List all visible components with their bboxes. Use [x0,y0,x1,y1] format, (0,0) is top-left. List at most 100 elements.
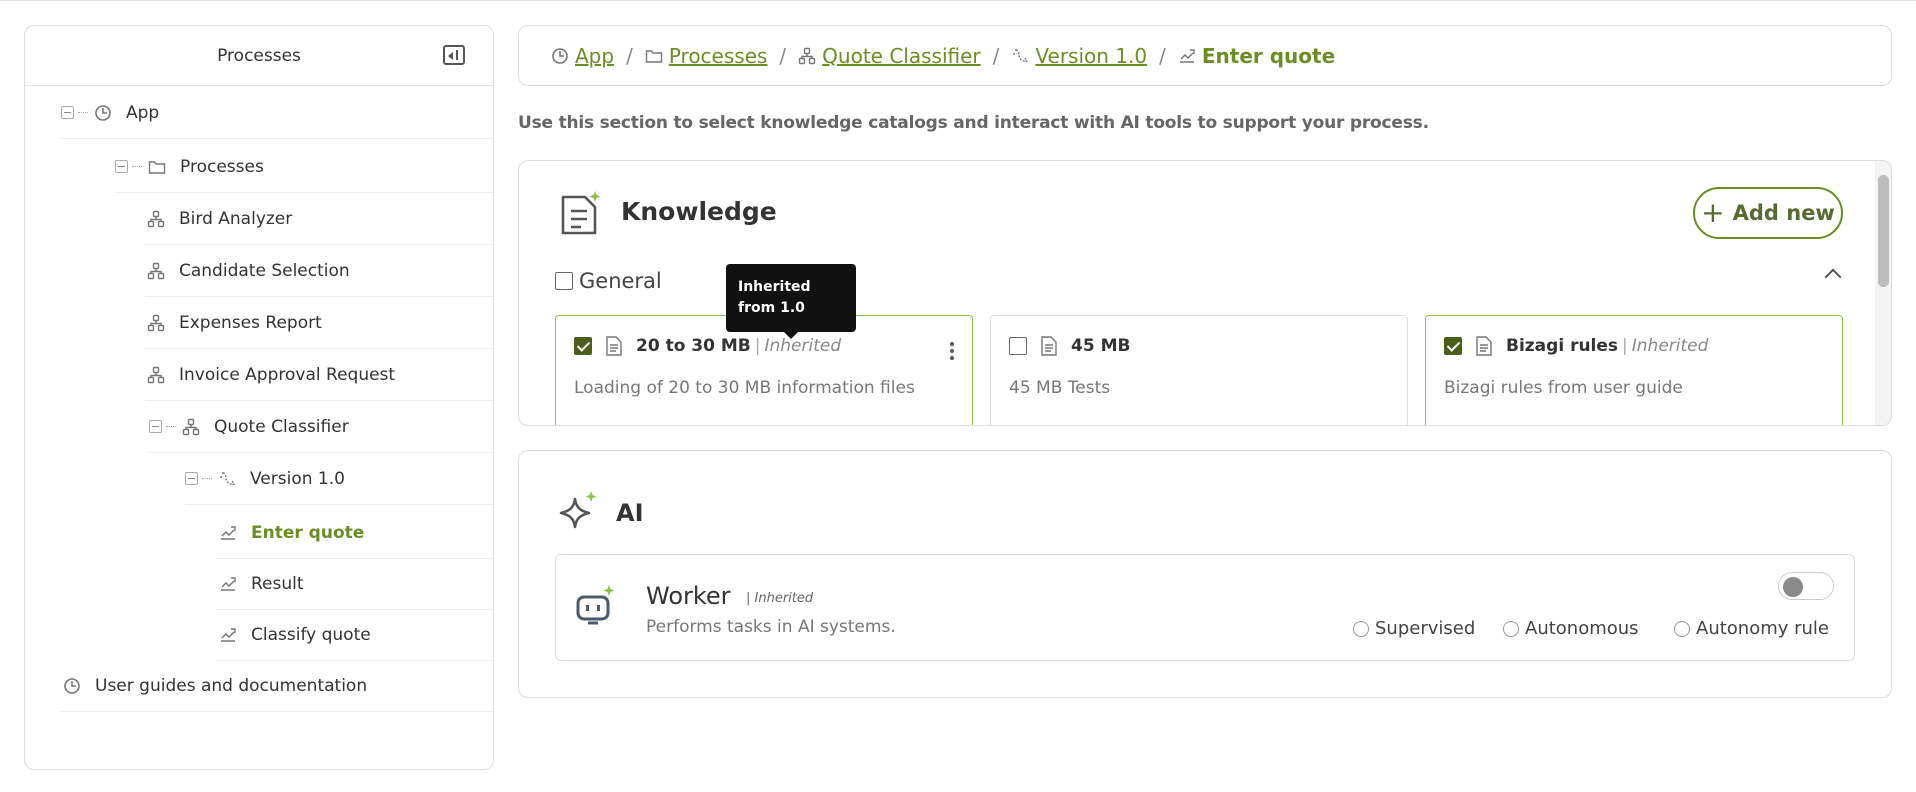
general-label: General [579,269,662,293]
radio-autonomy-rule[interactable]: Autonomy rule [1674,618,1829,639]
breadcrumb-link[interactable]: App [575,44,614,68]
knowledge-catalog-icon [561,191,601,235]
process-icon [145,209,167,229]
card-description: Bizagi rules from user guide [1444,378,1683,398]
tree-item-bird-analyzer[interactable]: Bird Analyzer [145,193,493,245]
tree-item-enter-quote[interactable]: Enter quote [217,507,493,559]
worker-enable-toggle[interactable] [1778,572,1834,600]
folder-icon [146,157,168,177]
scrollbar-thumb[interactable] [1878,175,1889,287]
process-icon [145,313,167,333]
card-title: Bizagi rules [1506,336,1619,356]
collapse-toggle-icon[interactable] [185,472,198,485]
tree-item-version[interactable]: Version 1.0 [185,453,493,505]
breadcrumb-item-version[interactable]: Version 1.0 [1011,44,1147,68]
tree-item-label: Version 1.0 [250,468,345,489]
general-checkbox[interactable] [555,272,573,290]
tree-item-processes[interactable]: Processes [115,141,493,193]
inherited-tag: | Inherited [1622,336,1709,356]
app-icon [61,676,83,696]
knowledge-card-45mb[interactable]: 45 MB 45 MB Tests [990,315,1408,425]
radio-autonomous[interactable]: Autonomous [1503,618,1639,639]
process-icon [798,47,816,64]
ai-panel: AI Worker | Inherited Performs tasks in … [518,450,1892,698]
worker-card: Worker | Inherited Performs tasks in AI … [555,554,1855,661]
section-description: Use this section to select knowledge cat… [518,113,1429,133]
card-description: Loading of 20 to 30 MB information files [574,378,915,398]
knowledge-title: Knowledge [621,197,777,226]
breadcrumb-item-enter-quote: Enter quote [1178,44,1335,68]
radio-supervised[interactable]: Supervised [1353,618,1475,639]
tree-item-candidate-selection[interactable]: Candidate Selection [145,245,493,297]
card-description: 45 MB Tests [1009,378,1111,398]
breadcrumb-current: Enter quote [1201,43,1336,68]
tree-item-expenses-report[interactable]: Expenses Report [145,297,493,349]
sidebar-title: Processes [217,46,301,66]
add-new-button[interactable]: + Add new [1693,187,1843,239]
breadcrumb-item-processes[interactable]: Processes [645,44,768,68]
breadcrumb-link[interactable]: Processes [669,44,768,68]
radio-circle-icon[interactable] [1674,620,1690,637]
breadcrumb-link[interactable]: Quote Classifier [822,44,980,68]
tree-item-label: Bird Analyzer [179,208,293,229]
breadcrumb: App / Processes / Quote Classifier / Ver… [518,25,1892,86]
tree-item-user-guides[interactable]: User guides and documentation [61,660,493,712]
task-icon [217,625,239,645]
radio-circle-icon[interactable] [1503,620,1519,637]
inherited-tooltip: Inherited from 1.0 [726,264,856,339]
add-new-label: Add new [1732,201,1835,225]
plus-icon: + [1701,196,1725,229]
ai-sparkle-icon [559,491,597,529]
chevron-up-icon[interactable] [1824,268,1842,286]
tree-item-label: Enter quote [251,522,365,543]
process-tree-panel: Processes App Processes Bird Analyzer Ca… [24,25,494,770]
process-icon [180,417,202,437]
task-icon [217,523,239,543]
tree-item-label: User guides and documentation [95,675,368,696]
collapse-toggle-icon[interactable] [149,420,162,433]
tree-item-app[interactable]: App [61,87,493,139]
inherited-tag: | Inherited [746,591,814,606]
card-title: 20 to 30 MB [636,336,751,356]
tree-item-invoice-approval-request[interactable]: Invoice Approval Request [145,349,493,401]
tree-item-label: Result [251,573,304,594]
breadcrumb-separator: / [1159,43,1166,68]
tree-item-label: Classify quote [251,624,371,645]
collapse-sidebar-icon[interactable] [443,45,465,65]
tree-item-quote-classifier[interactable]: Quote Classifier [149,401,493,453]
card-checkbox[interactable] [1009,337,1027,355]
folder-icon [645,49,663,63]
card-title: 45 MB [1071,336,1131,356]
tree-item-classify-quote[interactable]: Classify quote [217,609,493,661]
tree-item-label: App [126,102,160,123]
task-icon [217,574,239,594]
collapse-toggle-icon[interactable] [61,106,74,119]
collapse-toggle-icon[interactable] [115,160,128,173]
sidebar-header: Processes [25,26,493,86]
card-checkbox[interactable] [1444,337,1462,355]
document-icon [606,336,622,356]
breadcrumb-link[interactable]: Version 1.0 [1035,44,1147,68]
tree-item-label: Candidate Selection [179,260,350,281]
tree-item-label: Expenses Report [179,312,322,333]
worker-description: Performs tasks in AI systems. [646,617,896,637]
breadcrumb-item-quote-classifier[interactable]: Quote Classifier [798,44,981,68]
version-icon [1013,48,1029,63]
worker-name: Worker [646,582,731,610]
breadcrumb-item-app[interactable]: App [551,44,614,68]
radio-label: Autonomy rule [1696,618,1830,639]
more-options-icon[interactable] [950,342,954,363]
knowledge-card-bizagi-rules[interactable]: Bizagi rules | Inherited Bizagi rules fro… [1425,315,1843,425]
tree-item-result[interactable]: Result [217,558,493,610]
card-checkbox[interactable] [574,337,592,355]
scrollbar[interactable] [1875,161,1891,425]
ai-title: AI [616,499,644,527]
radio-circle-icon[interactable] [1353,620,1369,637]
process-icon [145,365,167,385]
breadcrumb-separator: / [992,43,1000,68]
tree-item-label: Processes [180,156,264,177]
app-icon [552,47,568,64]
tree-item-label: Quote Classifier [214,416,349,437]
tree-item-label: Invoice Approval Request [179,364,396,385]
general-group: General [555,269,662,293]
